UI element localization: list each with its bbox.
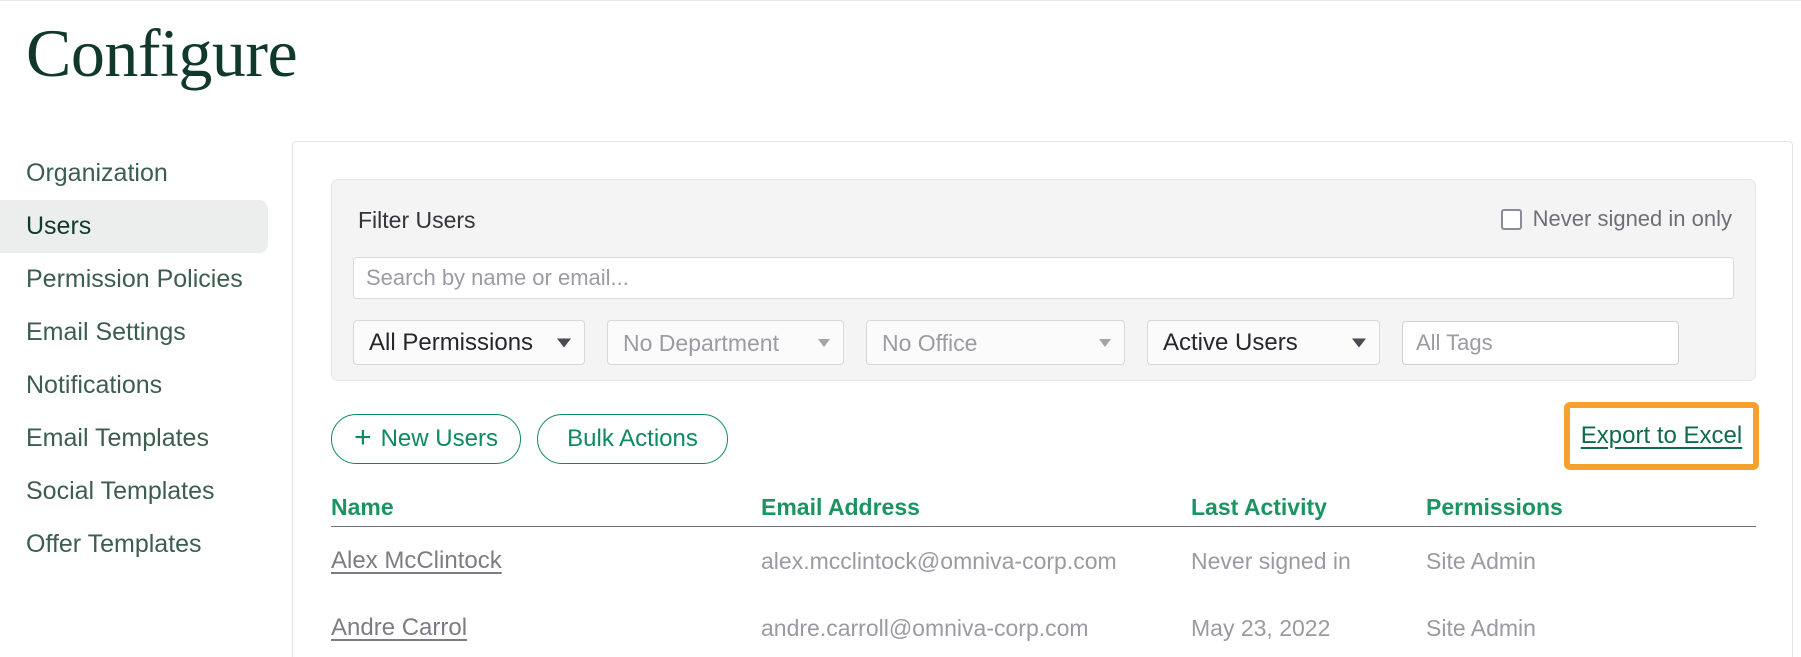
- sidebar-item-users[interactable]: Users: [0, 200, 268, 253]
- table-row: Andre Carrol andre.carroll@omniva-corp.co…: [331, 594, 1756, 657]
- bulk-actions-button-label: Bulk Actions: [567, 425, 698, 452]
- action-row: + New Users Bulk Actions Export to Excel: [331, 402, 1759, 472]
- column-header-last-activity[interactable]: Last Activity: [1191, 494, 1426, 520]
- sidebar-item-notifications[interactable]: Notifications: [0, 359, 268, 412]
- status-select-value: Active Users: [1163, 328, 1298, 356]
- sidebar-item-social-templates[interactable]: Social Templates: [0, 465, 268, 518]
- never-signed-in-only-checkbox[interactable]: Never signed in only: [1500, 206, 1732, 232]
- cell-email: alex.mcclintock@omniva-corp.com: [761, 547, 1117, 574]
- office-select-value: No Office: [882, 329, 978, 356]
- permissions-select[interactable]: All Permissions: [353, 320, 585, 365]
- column-header-permissions[interactable]: Permissions: [1426, 494, 1726, 520]
- table-body: Alex McClintock alex.mcclintock@omniva-co…: [331, 527, 1756, 657]
- office-select[interactable]: No Office: [866, 320, 1125, 365]
- table-header-row: Name Email Address Last Activity Permission…: [331, 487, 1756, 527]
- configure-users-page: Configure Organization Users Permission Po…: [0, 0, 1801, 657]
- search-input[interactable]: [353, 257, 1734, 299]
- sidebar-item-offer-templates[interactable]: Offer Templates: [0, 518, 268, 571]
- never-signed-in-only-label: Never signed in only: [1532, 206, 1732, 231]
- department-select-value: No Department: [623, 329, 779, 356]
- sidebar-item-organization[interactable]: Organization: [0, 147, 268, 200]
- users-table: Name Email Address Last Activity Permission…: [331, 487, 1756, 657]
- permissions-select-value: All Permissions: [369, 328, 534, 356]
- sidebar-item-permission-policies[interactable]: Permission Policies: [0, 253, 268, 306]
- sidebar-item-label: Notifications: [26, 371, 163, 399]
- export-highlight-box: Export to Excel: [1564, 402, 1759, 470]
- sidebar-item-label: Permission Policies: [26, 265, 243, 293]
- sidebar-item-label: Organization: [26, 159, 168, 187]
- sidebar-item-label: Users: [26, 212, 92, 240]
- user-name-link[interactable]: Andre Carrol: [331, 614, 467, 641]
- export-to-excel-link[interactable]: Export to Excel: [1581, 421, 1742, 451]
- user-name-link[interactable]: Alex McClintock: [331, 547, 502, 574]
- page-title: Configure: [26, 15, 298, 91]
- cell-email: andre.carroll@omniva-corp.com: [761, 614, 1089, 641]
- status-select[interactable]: Active Users: [1147, 320, 1380, 365]
- cell-permissions: Site Admin: [1426, 614, 1536, 641]
- chevron-down-icon: [818, 338, 830, 347]
- cell-permissions: Site Admin: [1426, 547, 1536, 574]
- sidebar-item-email-settings[interactable]: Email Settings: [0, 306, 268, 359]
- checkbox-icon[interactable]: [1500, 208, 1522, 230]
- users-content-card: Filter Users Never signed in only All Pe…: [292, 141, 1793, 657]
- cell-name: Andre Carrol: [331, 613, 761, 642]
- cell-last-activity: May 23, 2022: [1191, 614, 1331, 641]
- sidebar-item-label: Email Templates: [26, 424, 209, 452]
- column-header-name[interactable]: Name: [331, 494, 761, 520]
- sidebar-item-email-templates[interactable]: Email Templates: [0, 412, 268, 465]
- cell-last-activity: Never signed in: [1191, 547, 1351, 574]
- chevron-down-icon: [557, 338, 571, 347]
- department-select[interactable]: No Department: [607, 320, 844, 365]
- table-row: Alex McClintock alex.mcclintock@omniva-co…: [331, 527, 1756, 594]
- sidebar-item-label: Social Templates: [26, 477, 215, 505]
- new-users-button-label: New Users: [380, 425, 498, 452]
- cell-name: Alex McClintock: [331, 546, 761, 575]
- sidebar-item-label: Offer Templates: [26, 530, 202, 558]
- filter-users-panel: Filter Users Never signed in only All Pe…: [331, 179, 1756, 381]
- bulk-actions-button[interactable]: Bulk Actions: [537, 414, 728, 464]
- chevron-down-icon: [1099, 338, 1111, 347]
- sidebar-nav: Organization Users Permission Policies Emai…: [0, 147, 268, 571]
- plus-icon: +: [354, 421, 372, 454]
- sidebar-item-label: Email Settings: [26, 318, 186, 346]
- column-header-email-address[interactable]: Email Address: [761, 494, 1191, 520]
- filter-panel-title: Filter Users: [358, 207, 476, 233]
- chevron-down-icon: [1352, 338, 1366, 347]
- filter-controls-row: All Permissions No Department No Office Act…: [353, 320, 1679, 365]
- new-users-button[interactable]: + New Users: [331, 414, 521, 464]
- tags-input[interactable]: [1402, 320, 1679, 365]
